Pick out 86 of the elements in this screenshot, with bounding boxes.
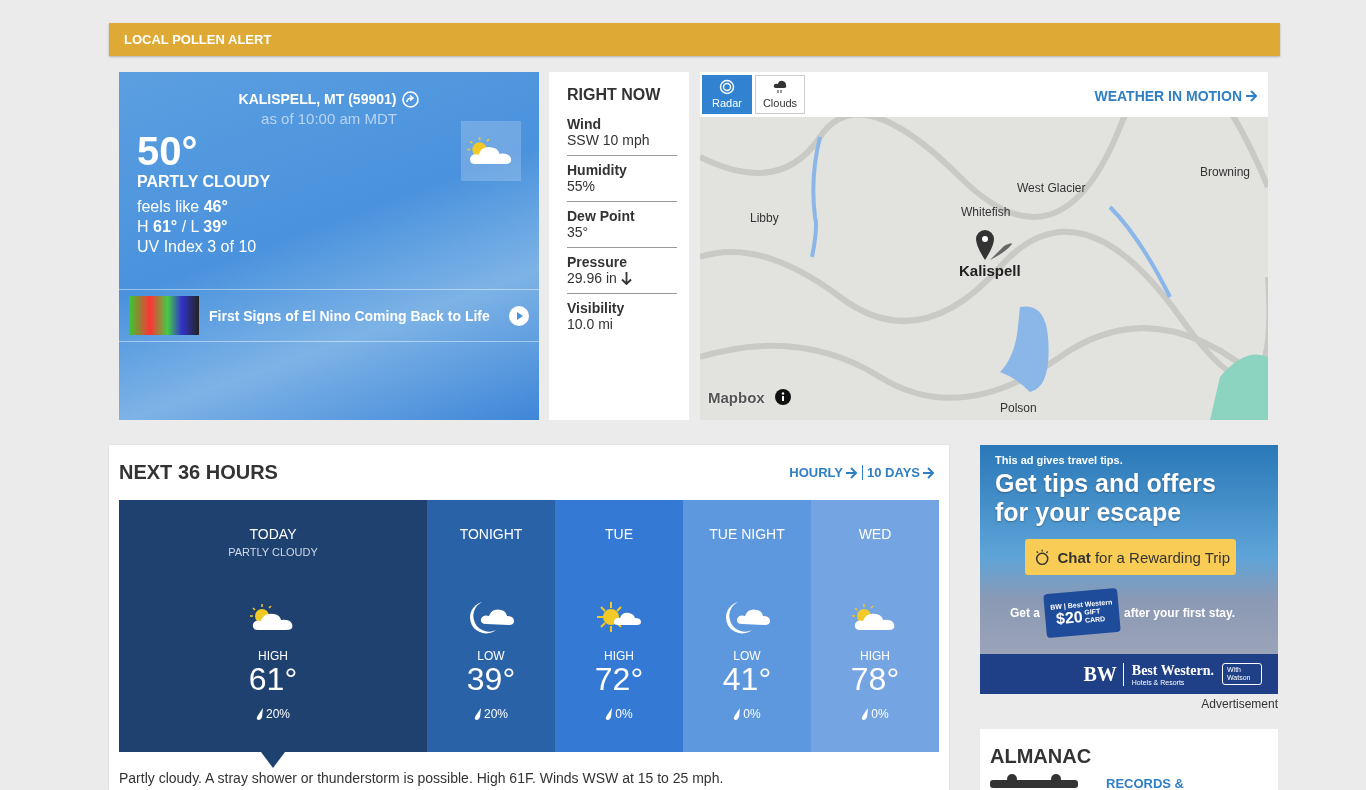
- brand-name: Best Western.: [1131, 662, 1214, 679]
- metric-value: SSW 10 mph: [567, 132, 650, 148]
- advertisement-label: Advertisement: [1200, 697, 1278, 711]
- precip-chance: 0%: [871, 707, 889, 721]
- current-temperature: 50°: [137, 129, 199, 173]
- map-layer-tab[interactable]: Clouds: [755, 75, 805, 114]
- sun-cloud-icon: [594, 599, 644, 635]
- raindrop-icon: [474, 708, 482, 720]
- place-label: Polson: [1000, 401, 1037, 415]
- precip-chance: 20%: [484, 707, 508, 721]
- period-condition: PARTLY CLOUDY: [228, 546, 318, 559]
- forecast-link[interactable]: HOURLY: [789, 465, 843, 480]
- condition-text: PARTLY CLOUDY: [137, 173, 271, 191]
- arrow-icon: [845, 466, 858, 479]
- observation-time: as of 10:00 am MDT: [260, 110, 398, 127]
- feels-like-text: feels like 46°: [137, 197, 229, 217]
- temp-label: HIGH: [604, 649, 634, 663]
- forecast-link[interactable]: 10 DAYS: [867, 465, 920, 480]
- play-icon[interactable]: [509, 305, 529, 326]
- period-temperature: 61°: [248, 663, 298, 695]
- period-name: TONIGHT: [459, 526, 523, 542]
- temp-label: HIGH: [860, 649, 890, 663]
- brand-logo: BW: [1083, 662, 1124, 686]
- ad-tagline: This ad gives travel tips.: [994, 453, 1124, 466]
- forecast-period[interactable]: TONIGHT LOW 39° 20%: [427, 500, 555, 752]
- period-name: TODAY: [249, 526, 297, 542]
- forecast-period[interactable]: TUE NIGHT LOW 41° 0%: [683, 500, 811, 752]
- place-label: West Glacier: [1017, 181, 1086, 195]
- period-name: TUE NIGHT: [709, 526, 785, 542]
- metric-value: 29.96 in: [567, 270, 617, 286]
- metric-label: Humidity: [567, 162, 628, 178]
- temp-label: HIGH: [258, 649, 288, 663]
- offer-text: after your first stay.: [1124, 606, 1236, 620]
- info-icon[interactable]: [775, 389, 791, 405]
- period-temperature: 78°: [850, 663, 900, 695]
- metric-value: 10.0 mi: [567, 316, 613, 332]
- forecast-period[interactable]: TUE HIGH 72° 0%: [555, 500, 683, 752]
- forecast-summary: Partly cloudy. A stray shower or thunderstorm is possible. High 61F. Winds WSW at 15 to 25 mph.: [119, 770, 725, 786]
- offer-text: Get a: [1010, 606, 1040, 620]
- metric-value: 55%: [567, 178, 596, 194]
- map-attribution[interactable]: Mapbox: [708, 389, 765, 406]
- records-link[interactable]: RECORDS &: [1106, 776, 1184, 790]
- arrow-icon: [922, 466, 935, 479]
- period-temperature: 39°: [466, 663, 516, 695]
- photo-placeholder: [129, 296, 199, 335]
- high-low-text: H 61° / L 39°: [137, 217, 229, 237]
- section-title: ALMANAC: [990, 745, 1093, 768]
- location-name[interactable]: KALISPELL, MT (59901): [238, 91, 397, 107]
- raindrop-icon: [733, 708, 742, 720]
- raindrop-icon: [861, 708, 870, 720]
- place-label: Libby: [750, 211, 779, 225]
- chat-button[interactable]: Chat for a Rewarding Trip: [1025, 539, 1236, 575]
- radar-icon: [719, 79, 735, 95]
- metric-label: Pressure: [567, 254, 628, 270]
- precip-chance: 20%: [266, 707, 290, 721]
- map-layer-tab[interactable]: Radar: [702, 75, 752, 114]
- metric-label: Wind: [567, 116, 603, 132]
- weather-in-motion-link[interactable]: WEATHER IN MOTION: [1094, 88, 1242, 104]
- place-label: Whitefish: [961, 205, 1011, 219]
- place-label: Kalispell: [959, 262, 1021, 279]
- temp-label: LOW: [477, 649, 505, 663]
- metric-value: 35°: [567, 224, 589, 240]
- video-title: First Signs of El Nino Coming Back to Life: [209, 307, 491, 324]
- period-temperature: 72°: [594, 663, 644, 695]
- raindrop-icon: [256, 708, 264, 720]
- video-row[interactable]: First Signs of El Nino Coming Back to Life: [119, 289, 539, 342]
- panel-title: RIGHT NOW: [567, 86, 662, 104]
- arrow-icon: [1245, 90, 1258, 102]
- period-name: WED: [858, 526, 892, 542]
- raindrop-icon: [605, 708, 614, 720]
- metric-label: Visibility: [567, 300, 626, 316]
- rain-cloud-icon: [772, 79, 788, 95]
- calendar-icon: [990, 774, 1078, 788]
- temp-label: LOW: [733, 649, 761, 663]
- forecast-period[interactable]: WED HIGH 78° 0%: [811, 500, 939, 752]
- place-label: Browning: [1200, 165, 1251, 179]
- alert-label: LOCAL POLLEN ALERT: [124, 32, 272, 47]
- share-icon[interactable]: [402, 90, 420, 108]
- precip-chance: 0%: [615, 707, 633, 721]
- precip-chance: 0%: [743, 707, 761, 721]
- period-temperature: 41°: [722, 663, 772, 695]
- uv-index-text: UV Index 3 of 10: [137, 237, 258, 257]
- metric-label: Dew Point: [567, 208, 636, 224]
- period-name: TUE: [605, 526, 633, 542]
- ad-headline: Get tips and offers for your escape: [994, 468, 1217, 527]
- section-title: NEXT 36 HOURS: [119, 461, 278, 484]
